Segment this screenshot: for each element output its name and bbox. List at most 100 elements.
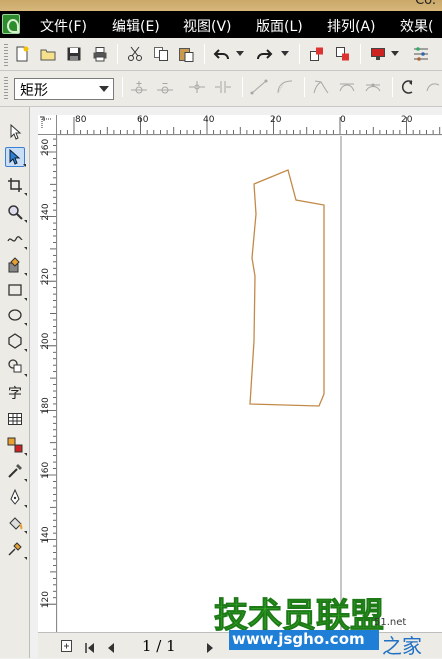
menu-bar: 文件(F) 编辑(E) 视图(V) 版面(L) 排列(A) 效果( (0, 11, 442, 38)
hruler-label: 40 (203, 115, 215, 125)
cusp-node-icon[interactable] (312, 78, 330, 96)
menu-view[interactable]: 视图(V) (183, 16, 232, 36)
menu-effects[interactable]: 效果( (400, 16, 433, 36)
chevron-down-icon (99, 86, 109, 92)
paste-icon[interactable] (177, 45, 195, 63)
print-icon[interactable] (91, 45, 109, 63)
flyout-arrow-icon (24, 349, 27, 352)
drawing-canvas[interactable] (58, 136, 442, 632)
smooth-node-icon[interactable] (338, 78, 356, 96)
undo-dropdown-icon[interactable] (235, 45, 245, 63)
cut-icon[interactable] (126, 45, 144, 63)
redo-icon[interactable] (255, 45, 273, 63)
shape-type-select[interactable]: 矩形 (14, 78, 114, 100)
window-title: Co. (415, 0, 436, 8)
flyout-arrow-icon (24, 479, 27, 482)
toolbar-grip[interactable] (4, 77, 8, 99)
reverse-direction-icon[interactable] (400, 78, 418, 96)
flyout-arrow-icon (24, 453, 27, 456)
shape-tool-icon[interactable] (5, 147, 26, 167)
toolbar-separator (122, 77, 123, 97)
add-node-icon[interactable] (130, 78, 148, 96)
watermark-url: www.jsgho.com (229, 630, 379, 650)
toolbar-grip[interactable] (4, 44, 8, 66)
flyout-arrow-icon (24, 531, 27, 534)
canvas-drawing (249, 136, 342, 632)
toolbar-separator (117, 44, 118, 64)
text-tool-icon[interactable]: 字 (5, 382, 25, 402)
import-icon[interactable] (308, 45, 326, 63)
vruler-label: 240 (41, 203, 51, 220)
interactive-blend-tool-icon[interactable] (5, 435, 27, 456)
smart-fill-tool-icon[interactable] (5, 255, 27, 276)
toolbar-separator (204, 44, 205, 64)
toolbar-separator (299, 44, 300, 64)
flyout-arrow-icon (24, 193, 27, 196)
flyout-arrow-icon (24, 505, 27, 508)
vertical-ruler[interactable]: 260 240 220 200 180 160 140 120 (38, 135, 57, 632)
toolbar-separator (242, 77, 243, 97)
menu-layout[interactable]: 版面(L) (256, 16, 303, 36)
shape-type-value: 矩形 (20, 83, 48, 99)
toolbox: 字 (0, 107, 30, 658)
join-nodes-icon[interactable] (188, 78, 206, 96)
menu-edit[interactable]: 编辑(E) (112, 16, 160, 36)
eyedropper-tool-icon[interactable] (5, 461, 27, 482)
hruler-label: 60 (137, 115, 149, 125)
standard-toolbar (0, 38, 442, 71)
to-line-icon[interactable] (250, 78, 268, 96)
flyout-arrow-icon (24, 220, 27, 223)
title-bar: Co. (0, 0, 442, 11)
undo-icon[interactable] (213, 45, 231, 63)
polygon-tool-icon[interactable] (5, 331, 27, 352)
crop-tool-icon[interactable] (5, 175, 27, 196)
extend-curve-icon[interactable] (424, 78, 442, 96)
save-icon[interactable] (65, 45, 83, 63)
new-icon[interactable] (13, 45, 31, 63)
horizontal-ruler[interactable]: 80 60 40 20 0 20 (57, 115, 442, 135)
outline-pen-tool-icon[interactable] (5, 487, 27, 508)
delete-node-icon[interactable] (156, 78, 174, 96)
flyout-arrow-icon (24, 247, 27, 250)
launcher-icon[interactable] (369, 45, 387, 63)
toolbar-separator (392, 77, 393, 97)
to-curve-icon[interactable] (276, 78, 294, 96)
horizontal-ruler-ticks (60, 117, 441, 134)
ellipse-tool-icon[interactable] (5, 305, 27, 326)
export-icon[interactable] (334, 45, 352, 63)
add-page-icon[interactable] (60, 638, 74, 657)
menu-arrange[interactable]: 排列(A) (327, 16, 376, 36)
copy-icon[interactable] (152, 45, 170, 63)
symmetric-node-icon[interactable] (364, 78, 382, 96)
flyout-arrow-icon (24, 374, 27, 377)
fill-tool-icon[interactable] (5, 513, 27, 534)
page-indicator: 1 / 1 (142, 637, 176, 655)
freehand-tool-icon[interactable] (5, 229, 27, 250)
open-icon[interactable] (39, 45, 57, 63)
flyout-arrow-icon (23, 164, 26, 167)
toolbar-separator (360, 44, 361, 64)
redo-dropdown-icon[interactable] (280, 45, 290, 63)
vruler-label: 200 (41, 332, 51, 349)
garment-pattern-outline[interactable] (249, 169, 325, 407)
flyout-arrow-icon (24, 323, 27, 326)
options-icon[interactable] (412, 45, 430, 63)
flyout-arrow-icon (24, 557, 27, 560)
pick-tool-icon[interactable] (5, 122, 25, 142)
first-page-icon[interactable] (84, 639, 96, 658)
hruler-label: 20 (270, 115, 282, 125)
zoom-tool-icon[interactable] (5, 202, 27, 223)
break-node-icon[interactable] (214, 78, 232, 96)
launcher-dropdown-icon[interactable] (390, 45, 400, 63)
previous-page-icon[interactable] (106, 639, 116, 658)
app-icon[interactable] (2, 14, 20, 34)
ruler-origin[interactable] (38, 115, 57, 135)
rectangle-tool-icon[interactable] (5, 280, 27, 301)
vertical-ruler-ticks: 260 240 220 200 180 160 140 120 (40, 139, 56, 608)
table-tool-icon[interactable] (5, 409, 25, 429)
next-page-icon[interactable] (205, 639, 215, 658)
menu-file[interactable]: 文件(F) (40, 16, 87, 36)
hruler-label: 0 (340, 115, 346, 125)
basic-shapes-tool-icon[interactable] (5, 356, 27, 377)
interactive-fill-tool-icon[interactable] (5, 539, 27, 560)
